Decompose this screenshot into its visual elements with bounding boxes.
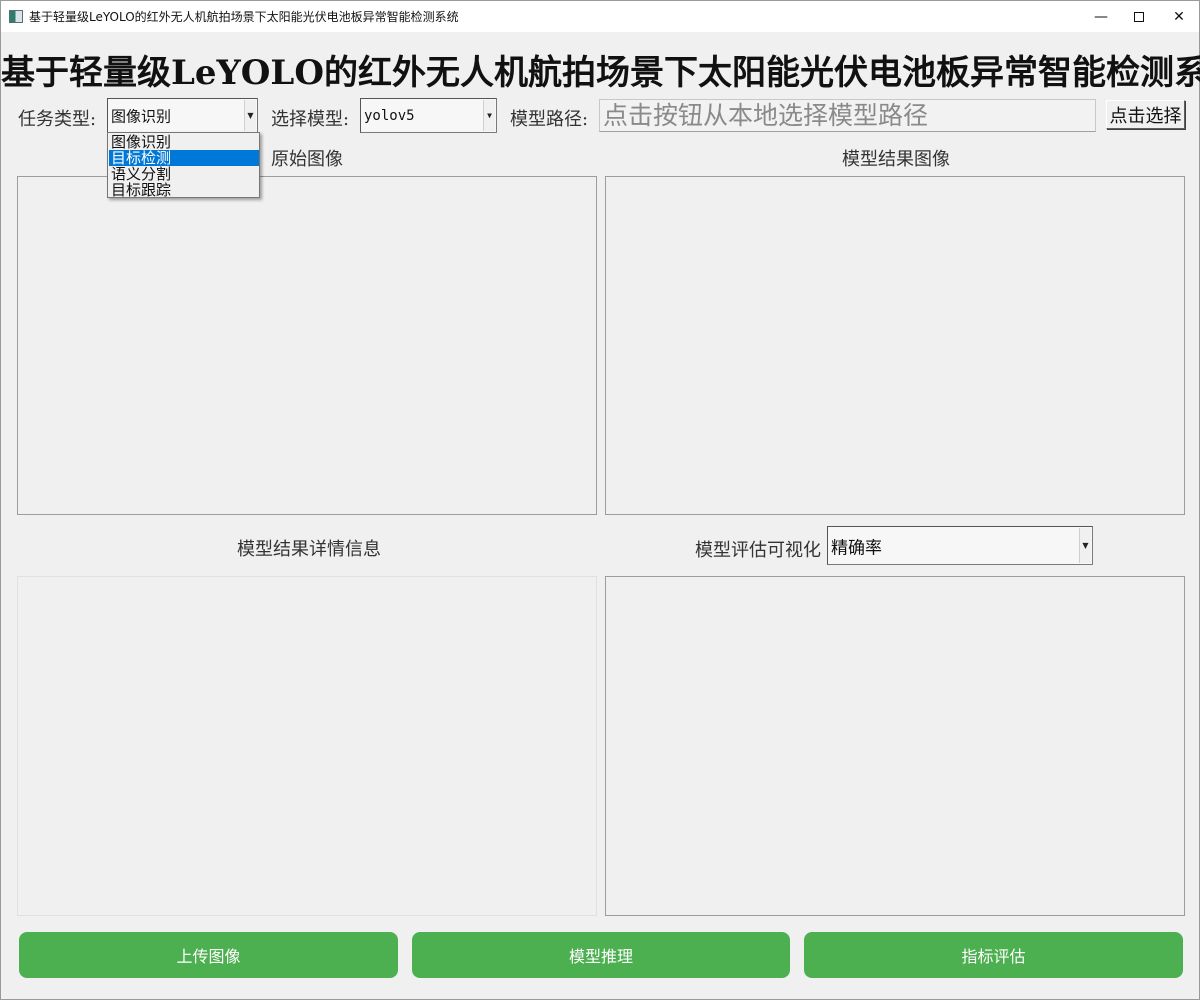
eval-visualization-panel [605, 576, 1185, 916]
app-icon [9, 10, 23, 23]
model-path-input[interactable]: 点击按钮从本地选择模型路径 [599, 99, 1096, 132]
original-image-panel [17, 176, 597, 515]
app-window: 基于轻量级LeYOLO的红外无人机航拍场景下太阳能光伏电池板异常智能检测系统 —… [0, 0, 1200, 1000]
dropdown-option[interactable]: 目标跟踪 [109, 182, 259, 198]
chevron-down-icon: ▼ [1079, 528, 1091, 563]
select-model-button[interactable]: 点击选择 [1106, 100, 1185, 129]
task-type-value: 图像识别 [111, 107, 172, 125]
dropdown-option[interactable]: 图像识别 [109, 134, 259, 150]
dropdown-option[interactable]: 语义分割 [109, 166, 259, 182]
result-details-panel[interactable] [17, 576, 597, 916]
original-image-title: 原始图像 [271, 149, 343, 170]
model-select-label: 选择模型: [271, 109, 350, 130]
eval-metric-value: 精确率 [831, 538, 882, 558]
task-type-dropdown: 图像识别 目标检测 语义分割 目标跟踪 [107, 132, 260, 198]
task-type-select[interactable]: 图像识别 ▼ [107, 98, 258, 133]
window-title: 基于轻量级LeYOLO的红外无人机航拍场景下太阳能光伏电池板异常智能检测系统 [29, 10, 459, 24]
result-image-title: 模型结果图像 [842, 149, 950, 170]
details-title: 模型结果详情信息 [237, 539, 381, 560]
app-title: 基于轻量级LeYOLO的红外无人机航拍场景下太阳能光伏电池板异常智能检测系统 [1, 53, 1200, 93]
result-image-panel [605, 176, 1185, 515]
title-bar[interactable]: 基于轻量级LeYOLO的红外无人机航拍场景下太阳能光伏电池板异常智能检测系统 —… [1, 1, 1199, 32]
model-path-label: 模型路径: [510, 109, 589, 130]
eval-metric-select[interactable]: 精确率 ▼ [827, 526, 1093, 565]
model-inference-button[interactable]: 模型推理 [412, 932, 790, 978]
model-select-value: yolov5 [364, 107, 415, 124]
eval-title: 模型评估可视化 [695, 540, 821, 561]
close-button[interactable]: ✕ [1156, 1, 1200, 32]
minimize-icon: — [1094, 8, 1108, 25]
task-type-label: 任务类型: [18, 109, 97, 130]
metric-evaluate-button[interactable]: 指标评估 [804, 932, 1183, 978]
upload-image-button[interactable]: 上传图像 [19, 932, 398, 978]
close-icon: ✕ [1173, 8, 1185, 25]
maximize-icon [1134, 11, 1144, 22]
dropdown-option[interactable]: 目标检测 [109, 150, 259, 166]
chevron-down-icon: ▼ [244, 100, 256, 131]
model-select[interactable]: yolov5 ▼ [360, 98, 497, 133]
chevron-down-icon: ▼ [483, 100, 495, 131]
